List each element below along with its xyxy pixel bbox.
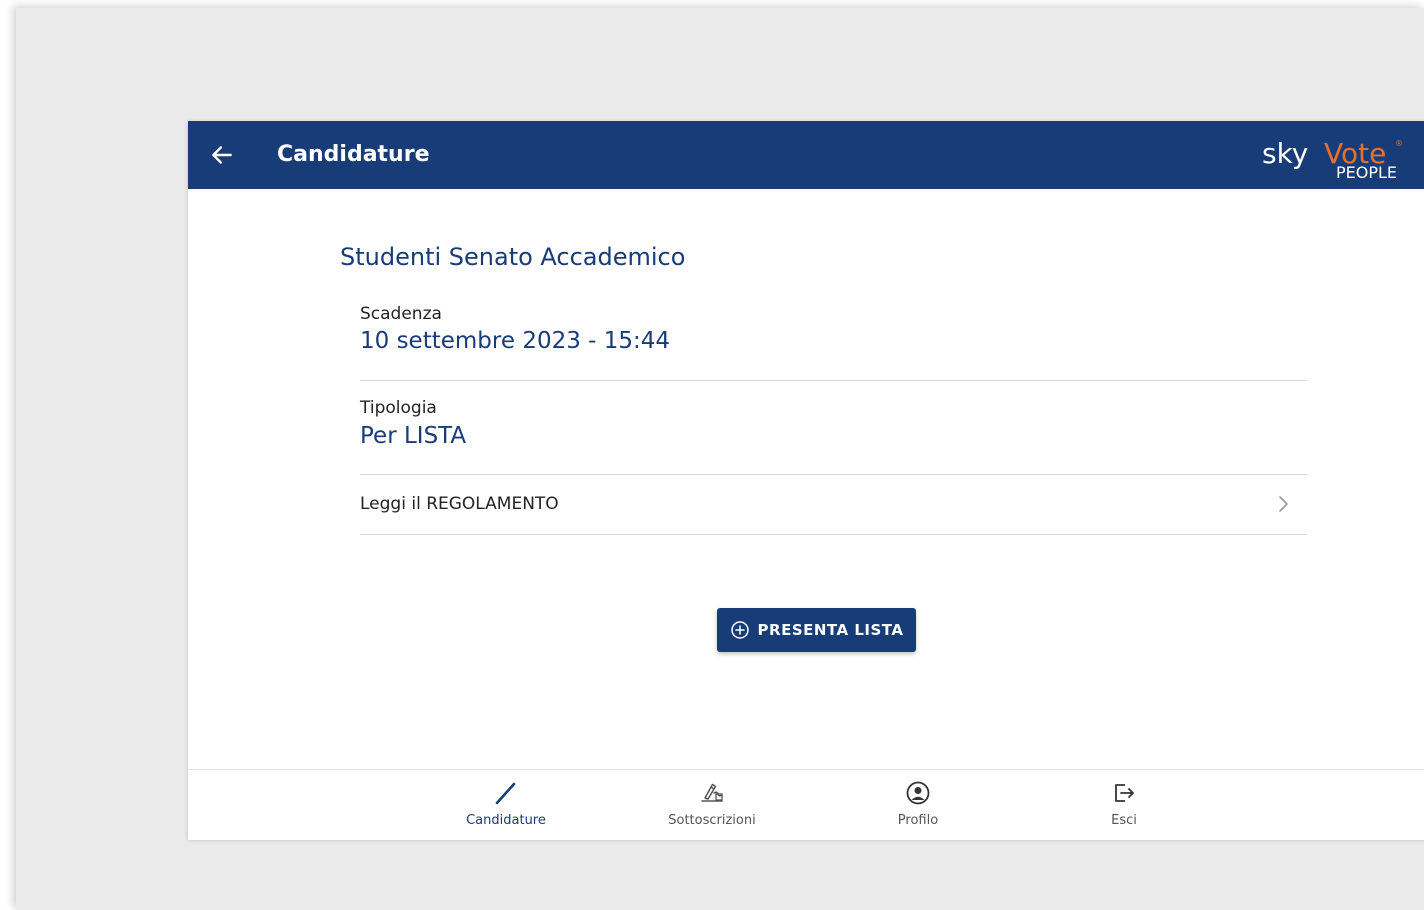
arrow-left-icon — [212, 146, 232, 164]
nav-label-candidature: Candidature — [466, 813, 546, 828]
type-row: Tipologia Per LISTA — [360, 380, 1307, 475]
pen-icon — [495, 782, 516, 805]
svg-text:PEOPLE: PEOPLE — [1336, 163, 1397, 182]
back-button[interactable] — [206, 139, 238, 171]
nav-item-profilo[interactable]: Profilo — [848, 770, 988, 840]
rules-label: Leggi il REGOLAMENTO — [360, 494, 559, 514]
svg-text:sky: sky — [1262, 137, 1308, 170]
rules-link[interactable]: Leggi il REGOLAMENTO — [360, 475, 1307, 535]
nav-item-esci[interactable]: Esci — [1054, 770, 1194, 840]
signature-icon — [701, 783, 723, 802]
nav-label-profilo: Profilo — [897, 813, 939, 828]
nav-label-esci: Esci — [1111, 813, 1137, 828]
present-list-label: PRESENTA LISTA — [757, 621, 904, 639]
app-window: Candidature sky Vote ® PEOPLE Studenti S… — [188, 121, 1424, 840]
skyvote-people-logo: sky Vote ® PEOPLE — [1262, 137, 1403, 182]
svg-text:®: ® — [1395, 139, 1403, 148]
top-app-bar: Candidature sky Vote ® PEOPLE — [188, 121, 1424, 189]
present-list-button[interactable]: PRESENTA LISTA — [717, 608, 916, 652]
logout-icon — [1115, 784, 1134, 802]
add-circle-icon — [730, 621, 749, 639]
type-value: Per LISTA — [360, 423, 467, 449]
nav-item-sottoscrizioni[interactable]: Sottoscrizioni — [642, 770, 782, 840]
nav-label-sottoscrizioni: Sottoscrizioni — [668, 813, 756, 828]
page-background: Candidature sky Vote ® PEOPLE Studenti S… — [16, 8, 1424, 910]
nav-item-candidature[interactable]: Candidature — [436, 770, 576, 840]
type-label: Tipologia — [360, 398, 437, 418]
deadline-row: Scadenza 10 settembre 2023 - 15:44 — [360, 300, 1307, 381]
deadline-label: Scadenza — [360, 304, 442, 324]
bottom-navigation: Candidature Sottoscrizioni Profilo Esci — [188, 769, 1424, 840]
user-circle-icon — [906, 781, 930, 805]
chevron-right-icon — [1279, 496, 1288, 512]
deadline-value: 10 settembre 2023 - 15:44 — [360, 328, 671, 354]
page-title: Candidature — [277, 142, 430, 167]
election-title: Studenti Senato Accademico — [340, 243, 686, 271]
